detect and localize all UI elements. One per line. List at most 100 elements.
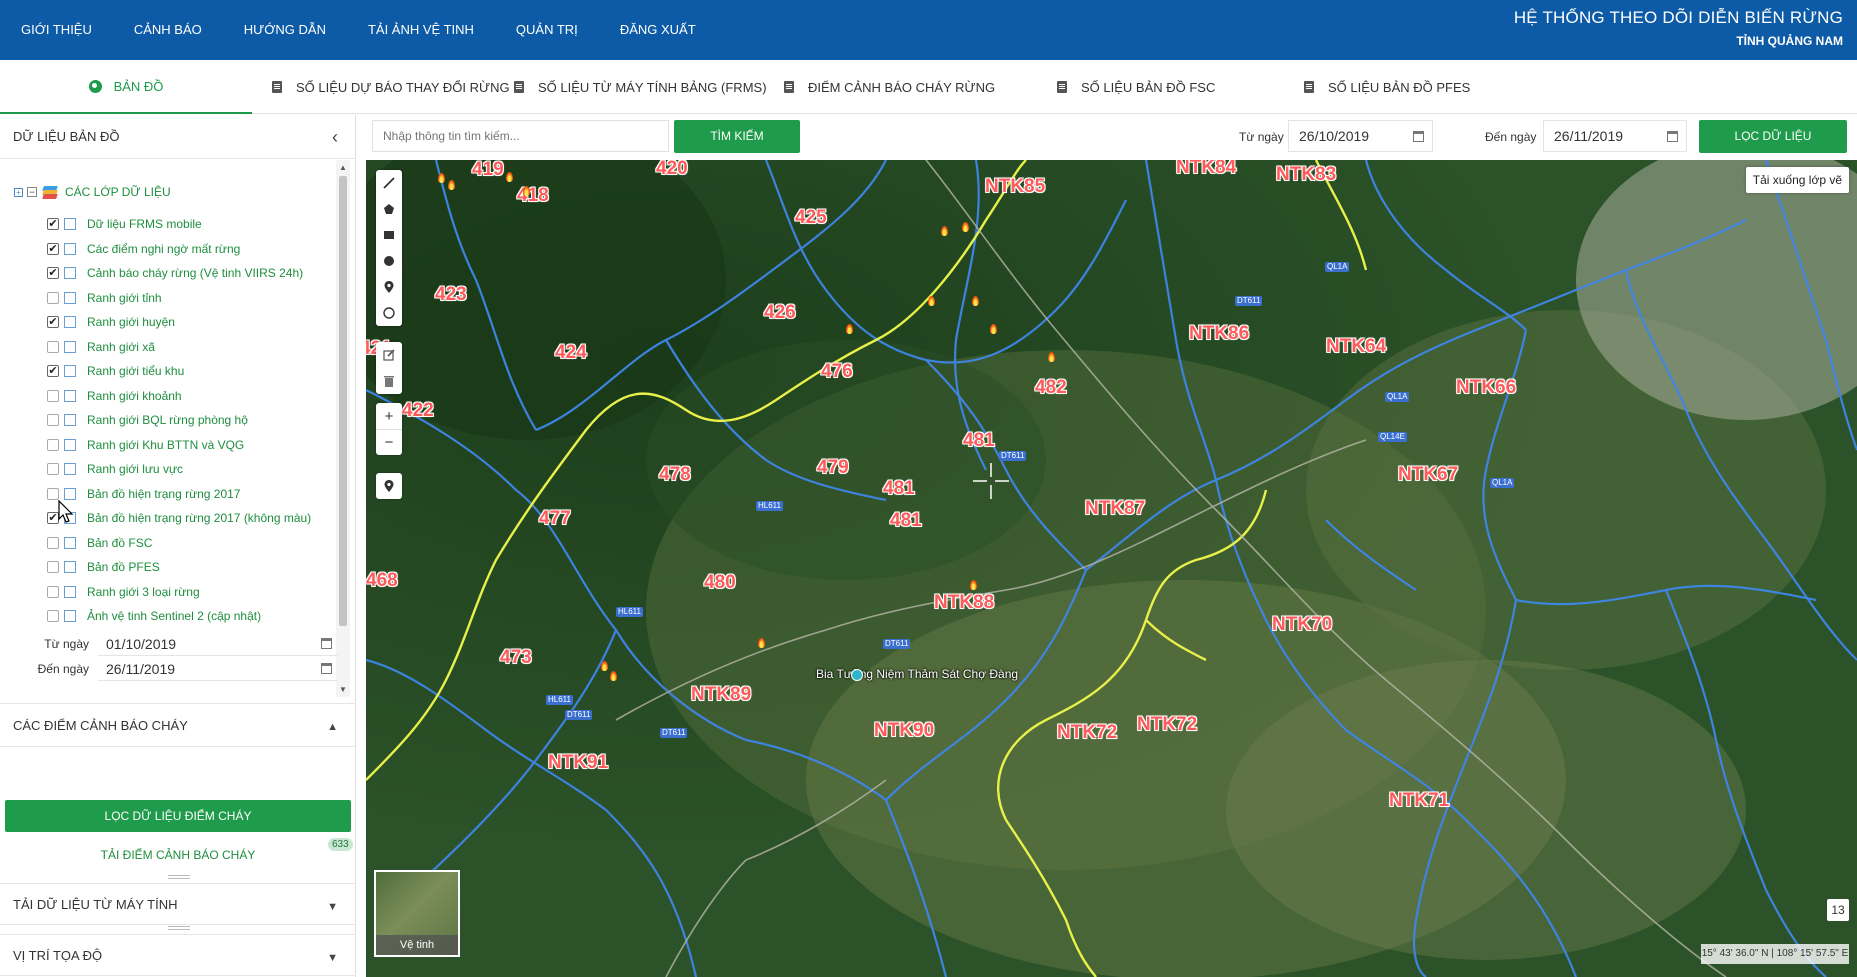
fire-marker-icon[interactable] (846, 324, 853, 334)
tab-fsc-data[interactable]: SỐ LIỆU BẢN ĐỒ FSC (1057, 60, 1215, 114)
layer-checkbox[interactable] (47, 463, 59, 475)
layer-scrollbar[interactable]: ▲ ▼ (336, 160, 350, 697)
layer-checkbox[interactable]: ✔ (47, 316, 59, 328)
locate-button[interactable] (376, 473, 402, 499)
nav-item-about[interactable]: GIỚI THIỆU (0, 0, 113, 60)
fire-marker-icon[interactable] (523, 186, 530, 196)
from-date-input[interactable]: 26/10/2019 (1288, 120, 1433, 152)
layer-row[interactable]: Ranh giới Khu BTTN và VQG (47, 435, 244, 455)
search-input[interactable] (372, 120, 669, 152)
download-drawn-layer-button[interactable]: Tải xuống lớp vẽ (1745, 167, 1849, 193)
layer-row[interactable]: ✔ Dữ liệu FRMS mobile (47, 214, 202, 234)
layer-checkbox[interactable]: ✔ (47, 267, 59, 279)
resize-grip[interactable] (168, 875, 190, 879)
fire-from-input[interactable]: 01/10/2019 (98, 632, 338, 656)
layer-row[interactable]: Ảnh vệ tinh Sentinel 2 (cập nhật) (47, 606, 261, 626)
fire-marker-icon[interactable] (758, 638, 765, 648)
fire-marker-icon[interactable] (970, 580, 977, 590)
scroll-up-icon[interactable]: ▲ (339, 163, 347, 172)
tab-fire-warning[interactable]: ĐIỂM CẢNH BÁO CHÁY RỪNG (784, 60, 995, 114)
zoom-out-button[interactable]: − (376, 429, 402, 455)
fire-points-header[interactable]: CÁC ĐIỂM CẢNH BÁO CHÁY ▲ (0, 703, 356, 747)
layer-row[interactable]: ✔ Các điểm nghi ngờ mất rừng (47, 239, 240, 259)
tab-forest-change-forecast[interactable]: SỐ LIỆU DỰ BÁO THAY ĐỔI RỪNG (272, 60, 510, 114)
tree-expand-icon[interactable]: + (14, 187, 23, 197)
nav-item-logout[interactable]: ĐĂNG XUẤT (599, 0, 717, 60)
layer-checkbox[interactable] (47, 291, 59, 304)
layer-checkbox[interactable] (47, 340, 59, 353)
draw-polyline-tool[interactable] (376, 170, 402, 196)
layer-checkbox[interactable]: ✔ (47, 365, 59, 377)
layer-row[interactable]: ✔ Ranh giới huyện (47, 312, 175, 332)
download-fire-points-link[interactable]: TẢI ĐIỂM CẢNH BÁO CHÁY (5, 848, 351, 862)
layer-row[interactable]: Ranh giới tỉnh (47, 288, 162, 308)
landmark-icon[interactable] (851, 669, 863, 681)
layer-row[interactable]: Ranh giới 3 loại rừng (47, 582, 200, 602)
layer-row[interactable]: ✔ Bản đồ hiện trạng rừng 2017 (không màu) (47, 508, 311, 528)
layer-row[interactable]: Bản đồ PFES (47, 557, 160, 577)
filter-data-button[interactable]: LỌC DỮ LIỆU (1699, 120, 1847, 153)
fire-marker-icon[interactable] (972, 296, 979, 306)
layer-checkbox[interactable]: ✔ (47, 218, 59, 230)
layer-checkbox[interactable] (47, 561, 59, 573)
fire-to-input[interactable]: 26/11/2019 (98, 657, 338, 681)
rectangle-icon (384, 231, 394, 239)
nav-item-guide[interactable]: HƯỚNG DẪN (223, 0, 347, 60)
nav-item-admin[interactable]: QUẢN TRỊ (495, 0, 599, 60)
fire-marker-icon[interactable] (962, 222, 969, 232)
fire-marker-icon[interactable] (601, 661, 608, 671)
draw-circle-marker-tool[interactable] (376, 300, 402, 326)
tab-pfes-data[interactable]: SỐ LIỆU BẢN ĐỒ PFES (1304, 60, 1470, 114)
upload-data-header[interactable]: TẢI DỮ LIỆU TỪ MÁY TÍNH ▼ (0, 883, 356, 925)
edit-layers-tool[interactable] (376, 342, 402, 368)
draw-marker-tool[interactable] (376, 274, 402, 300)
tab-frms-data[interactable]: SỐ LIỆU TỪ MÁY TÍNH BẢNG (FRMS) (514, 60, 767, 114)
zoom-in-button[interactable]: + (376, 403, 402, 429)
layer-checkbox[interactable]: ✔ (47, 242, 59, 255)
fire-marker-icon[interactable] (610, 671, 617, 681)
basemap-switcher[interactable]: Vệ tinh (374, 870, 460, 957)
fire-marker-icon[interactable] (990, 324, 997, 334)
layer-row[interactable]: Ranh giới BQL rừng phòng hộ (47, 410, 248, 430)
nav-item-download-satellite[interactable]: TẢI ẢNH VỆ TINH (347, 0, 495, 60)
nav-item-warnings[interactable]: CẢNH BÁO (113, 0, 223, 60)
poi-label[interactable]: Bia Tưởng Niệm Thảm Sát Chợ Đàng (816, 667, 1018, 681)
coordinates-header[interactable]: VỊ TRÍ TỌA ĐỘ ▼ (0, 934, 356, 976)
layer-checkbox[interactable] (47, 610, 59, 622)
layer-checkbox[interactable] (47, 536, 59, 549)
draw-rectangle-tool[interactable] (376, 222, 402, 248)
layer-row[interactable]: Ranh giới lưu vực (47, 459, 183, 479)
tree-root[interactable]: + − CÁC LỚP DỮ LIỆU (14, 182, 171, 202)
layer-row[interactable]: ✔ Ranh giới tiểu khu (47, 361, 184, 381)
scrollbar-thumb[interactable] (339, 176, 347, 626)
fire-marker-icon[interactable] (438, 173, 445, 183)
fire-marker-icon[interactable] (506, 172, 513, 182)
delete-layers-tool[interactable] (376, 368, 402, 394)
collapse-sidebar-icon[interactable]: ‹ (332, 127, 338, 148)
fire-marker-icon[interactable] (1048, 352, 1055, 362)
layer-checkbox[interactable] (47, 438, 59, 451)
map-view[interactable]: 419 420 418 425 NTK85 NTK84 NTK83 423 426 424 476 4… (366, 160, 1857, 977)
scroll-down-icon[interactable]: ▼ (339, 685, 347, 694)
fire-marker-icon[interactable] (928, 296, 935, 306)
layer-checkbox[interactable] (47, 585, 59, 598)
fire-marker-icon[interactable] (448, 180, 455, 190)
search-button[interactable]: TÌM KIẾM (674, 120, 800, 153)
draw-circle-tool[interactable] (376, 248, 402, 274)
filter-fire-points-button[interactable]: LỌC DỮ LIỆU ĐIỂM CHÁY (5, 800, 351, 832)
tab-map[interactable]: BẢN ĐỒ (0, 60, 252, 114)
layer-row[interactable]: Bản đồ FSC (47, 533, 152, 553)
draw-polygon-tool[interactable] (376, 196, 402, 222)
map-data-header[interactable]: DỮ LIỆU BẢN ĐỒ ‹ (0, 115, 356, 159)
to-date-input[interactable]: 26/11/2019 (1543, 120, 1687, 152)
layer-row[interactable]: Bản đồ hiện trạng rừng 2017 (47, 484, 240, 504)
layer-row[interactable]: Ranh giới khoảnh (47, 386, 182, 406)
layer-checkbox[interactable] (47, 389, 59, 402)
resize-grip[interactable] (168, 926, 190, 930)
layer-row[interactable]: ✔ Cảnh báo cháy rừng (Vệ tinh VIIRS 24h) (47, 263, 303, 283)
fire-marker-icon[interactable] (941, 226, 948, 236)
layer-checkbox[interactable] (47, 487, 59, 500)
layer-row[interactable]: Ranh giới xã (47, 337, 155, 357)
tree-collapse-icon[interactable]: − (27, 187, 37, 197)
layer-checkbox[interactable] (47, 414, 59, 426)
